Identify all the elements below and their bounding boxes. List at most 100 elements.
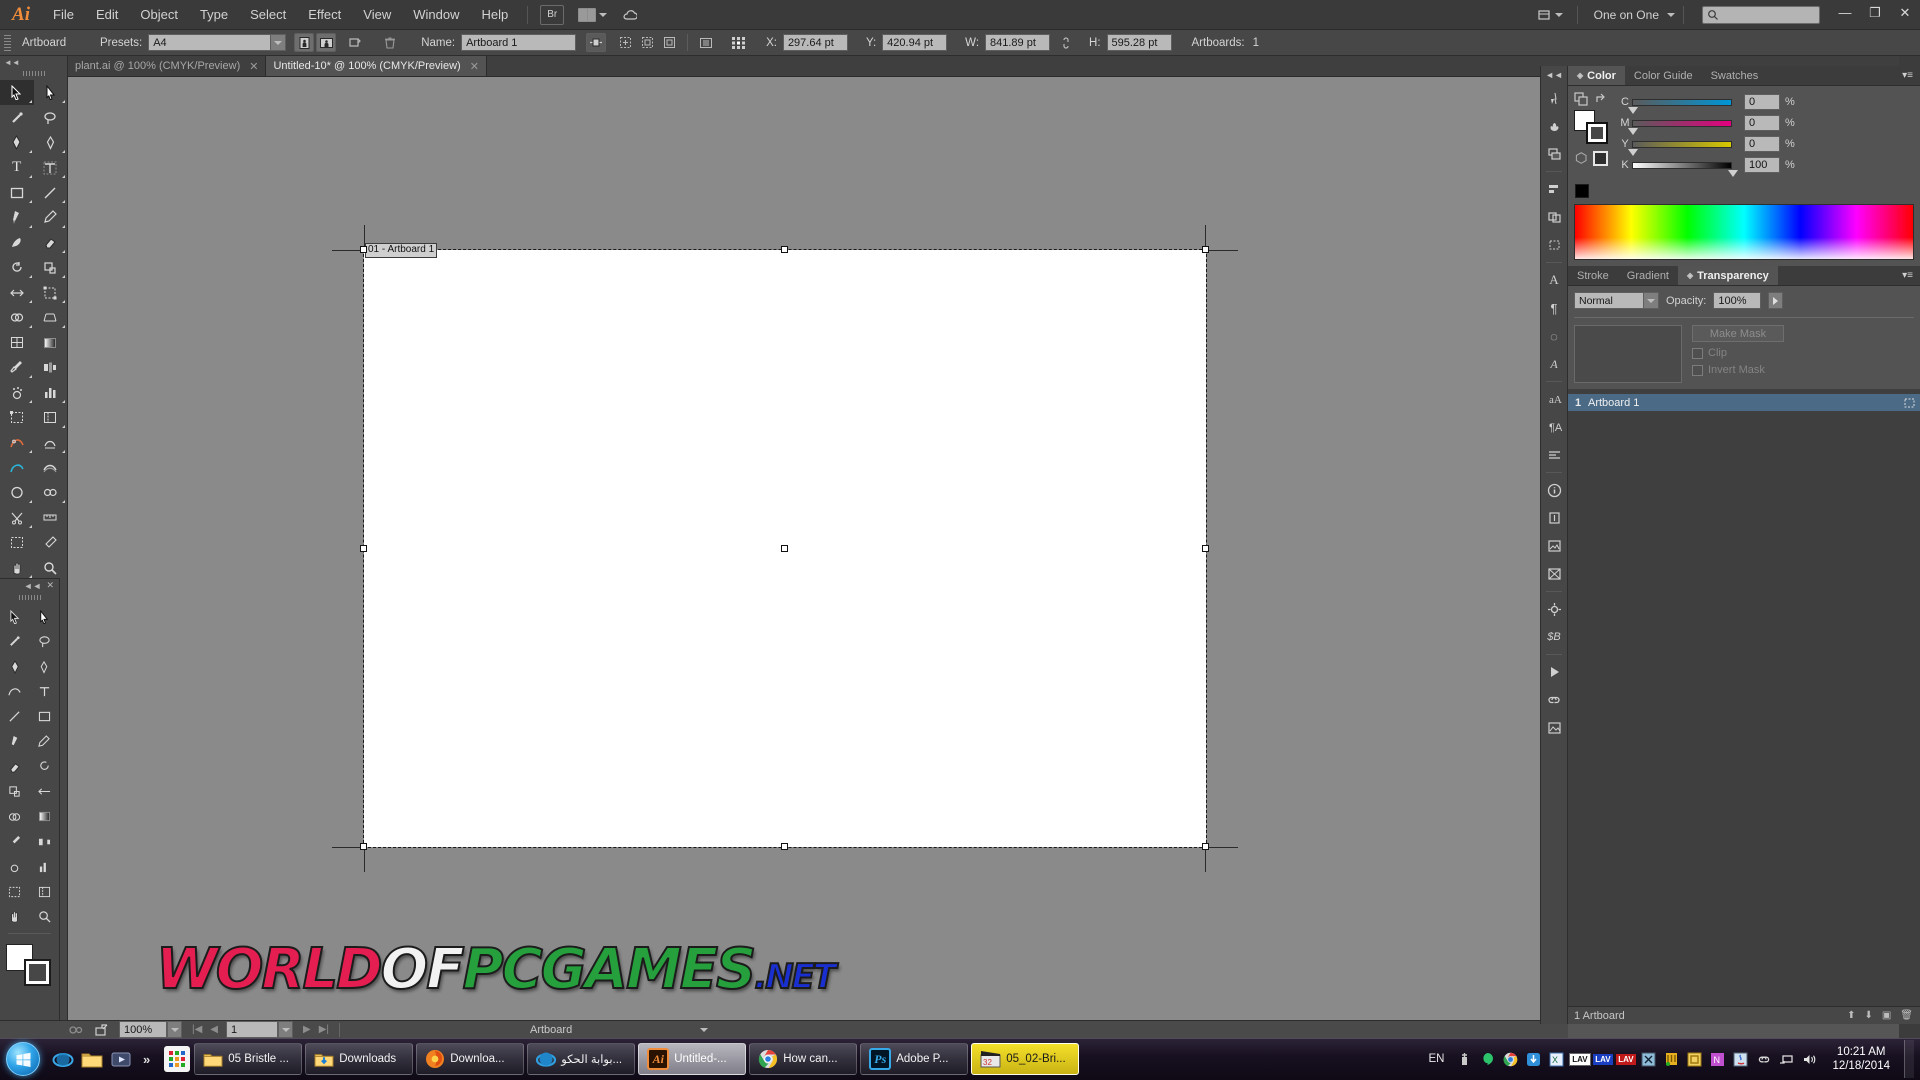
links-panel-icon[interactable] [1541,532,1567,560]
minimize-button[interactable]: — [1830,0,1860,26]
artboard-options-icon[interactable] [1898,397,1920,409]
sbprofile-panel-icon[interactable]: $B [1541,623,1567,651]
transparency-panel-menu-icon[interactable]: ▾≡ [1895,266,1920,285]
landscape-orientation-button[interactable] [316,33,337,52]
tool2-line[interactable] [0,704,30,729]
tool-rotate[interactable] [0,255,34,280]
tool2-symbol[interactable] [0,854,30,879]
tool2-scale[interactable] [0,779,30,804]
tool2-add-anchor[interactable] [30,654,60,679]
chrome-icon[interactable] [1502,1051,1519,1068]
move-up-icon[interactable]: ⬆ [1847,1010,1855,1021]
color-panel-menu-icon[interactable]: ▾≡ [1895,66,1920,85]
secondary-tools-grip[interactable] [18,595,41,600]
slider-track[interactable] [1628,119,1732,135]
taskbar-item-illustrator[interactable]: Ai Untitled-... [638,1043,747,1075]
tool-shape-builder[interactable] [0,305,34,330]
tools-panel-grip[interactable] [22,71,45,76]
tool-blend[interactable] [34,355,68,380]
internet-download-manager-icon[interactable] [1525,1051,1542,1068]
selection-handle-tl[interactable] [360,246,367,253]
tool2-pen[interactable] [0,654,30,679]
new-artboard-button[interactable] [345,33,365,52]
constrain-proportions-button[interactable] [1056,33,1076,52]
xsplit-icon[interactable] [1640,1051,1657,1068]
tool-paintbrush[interactable] [0,205,34,230]
menu-help[interactable]: Help [470,0,519,30]
tool-ellipse[interactable] [0,480,34,505]
tool2-artboard[interactable] [0,879,30,904]
status-menu-icon[interactable] [700,1027,709,1032]
actions-panel-icon[interactable] [1541,658,1567,686]
slider-value-input[interactable]: 0 [1744,94,1780,110]
office-icon[interactable] [1686,1051,1703,1068]
tabs-panel-icon[interactable] [1541,441,1567,469]
tool-selection[interactable] [0,80,34,105]
tool-lasso[interactable] [34,105,68,130]
document-tab-untitled-10[interactable]: Untitled-10* @ 100% (CMYK/Preview) ✕ [266,56,487,76]
tool-curvature[interactable] [0,455,34,480]
align-panel-icon[interactable] [1541,175,1567,203]
page-dropdown-icon[interactable] [278,1021,293,1038]
tool-magic-wand[interactable] [0,105,34,130]
close-button[interactable]: ✕ [1890,0,1920,26]
artboard-name[interactable]: Artboard 1 [1588,397,1898,409]
hangouts-icon[interactable] [1479,1051,1496,1068]
paragraph-styles-panel-icon[interactable]: ¶A [1541,413,1567,441]
tool-paint-fill[interactable] [34,455,68,480]
tool-color-picker[interactable] [34,530,68,555]
symbols-panel-icon[interactable] [1541,112,1567,140]
tool-type[interactable]: T [0,155,34,180]
tool2-width[interactable] [30,779,60,804]
move-down-icon[interactable]: ⬇ [1864,1010,1872,1021]
tool2-shape-builder[interactable] [0,804,30,829]
network-icon[interactable] [1778,1051,1795,1068]
tools-panel-header[interactable]: ◄◄ [0,56,67,68]
tool2-rectangle[interactable] [30,704,60,729]
taskbar-item-arabic-page[interactable]: بوابة الحكو... [527,1043,636,1075]
black-swatch[interactable] [1575,184,1589,198]
quick-launch-media-icon[interactable] [108,1044,134,1074]
tool-column-graph[interactable] [34,380,68,405]
selection-handle-tc[interactable] [781,246,788,253]
next-page-icon[interactable]: ▶ [303,1024,311,1035]
language-indicator[interactable]: EN [1422,1053,1450,1065]
restore-button[interactable]: ❐ [1860,0,1890,26]
glyphs-panel-icon[interactable]: ◌ [1541,322,1567,350]
taskbar-item-chrome[interactable]: How can... [749,1043,858,1075]
page-number-input[interactable]: 1 [226,1021,278,1038]
last-page-icon[interactable]: ▶| [319,1024,329,1035]
menu-type[interactable]: Type [189,0,239,30]
tool-scale[interactable] [34,255,68,280]
transform-reference-button[interactable] [729,33,749,52]
java-icon[interactable] [1732,1051,1749,1068]
tab-stroke[interactable]: Stroke [1568,266,1618,285]
document-tab-plant[interactable]: plant.ai @ 100% (CMYK/Preview) ✕ [68,56,267,76]
tool2-slice[interactable] [30,879,60,904]
h-input[interactable]: 595.28 pt [1106,34,1172,51]
taskbar-item-05-bristle[interactable]: 05 Bristle ... [194,1043,303,1075]
workspace-name[interactable]: One on One [1586,8,1667,22]
prev-page-icon[interactable]: ◀ [210,1024,218,1035]
portrait-orientation-button[interactable] [294,33,315,52]
lav-video-icon[interactable]: LAV [1616,1051,1636,1068]
links-chain-panel-icon[interactable] [1541,686,1567,714]
tool-live-paint-selection[interactable] [34,480,68,505]
slider-track[interactable] [1628,140,1732,156]
brushes-panel-icon[interactable] [1541,84,1567,112]
asset-export-panel-icon[interactable] [1541,714,1567,742]
move-copy-artwork-button[interactable] [615,33,635,52]
clip-checkbox[interactable] [1692,347,1703,359]
tool-eraser[interactable] [34,230,68,255]
secondary-fill-stroke-widget[interactable] [2,942,58,988]
tool-gradient[interactable] [34,330,68,355]
tool-pen[interactable] [0,130,34,155]
opacity-slider-button[interactable] [1768,292,1784,309]
chevron-down-icon[interactable] [1667,12,1675,17]
collapse-icon[interactable]: ◄◄ [24,581,42,591]
color-spectrum-ramp[interactable] [1574,204,1914,260]
tool-width[interactable] [0,280,34,305]
close-icon[interactable]: ✕ [470,60,479,73]
onenote-icon[interactable]: N [1709,1051,1726,1068]
slider-value-input[interactable]: 100 [1744,157,1780,173]
